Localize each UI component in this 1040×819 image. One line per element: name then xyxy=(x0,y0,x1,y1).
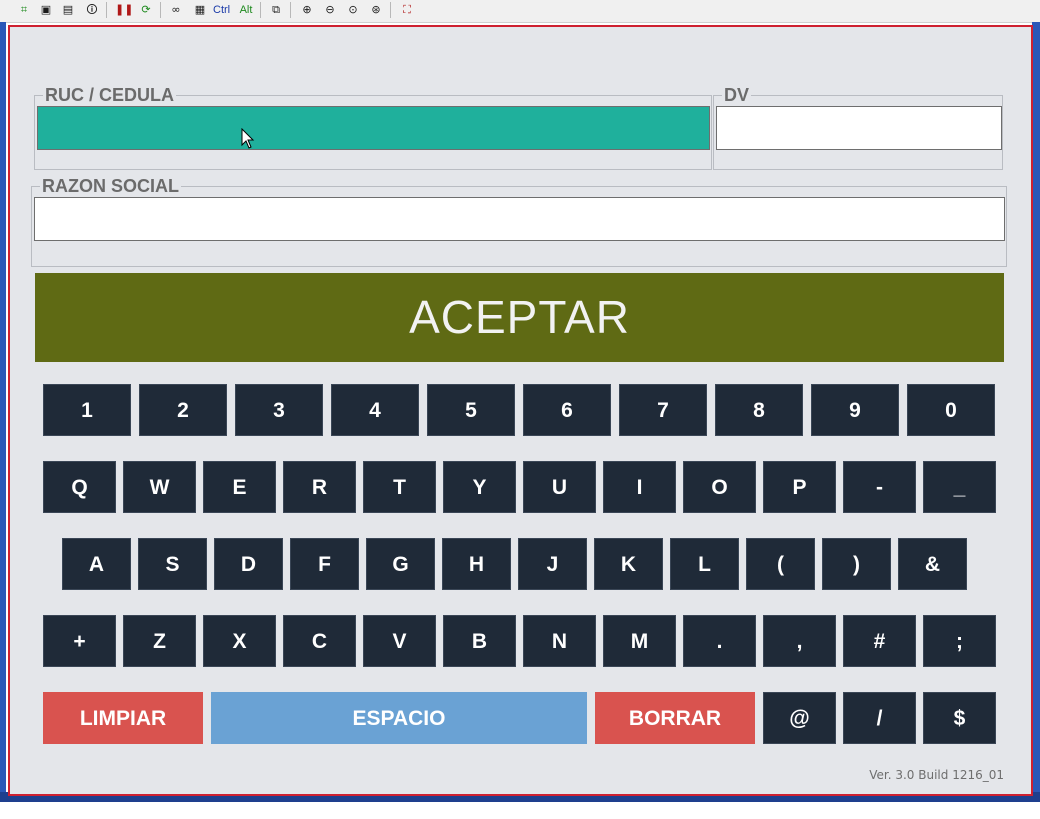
key-row4-4[interactable]: V xyxy=(363,615,436,667)
key-3[interactable]: 3 xyxy=(235,384,323,436)
key-row4-6[interactable]: N xyxy=(523,615,596,667)
clear-button[interactable]: LIMPIAR xyxy=(43,692,203,744)
key-row2-5[interactable]: Y xyxy=(443,461,516,513)
zoom-out-icon[interactable]: ⊖ xyxy=(322,2,338,18)
key-row4-5[interactable]: B xyxy=(443,615,516,667)
key-row4-9[interactable]: , xyxy=(763,615,836,667)
tree-icon[interactable]: ⌗ xyxy=(16,2,32,18)
key-row3-11[interactable]: & xyxy=(898,538,967,590)
fullscreen-icon[interactable]: ⛶ xyxy=(399,2,415,18)
key-row4-8[interactable]: . xyxy=(683,615,756,667)
key-9[interactable]: 9 xyxy=(811,384,899,436)
pause-icon[interactable]: ❚❚ xyxy=(115,2,133,18)
key-row2-4[interactable]: T xyxy=(363,461,436,513)
key-row3-2[interactable]: D xyxy=(214,538,283,590)
key-row3-10[interactable]: ) xyxy=(822,538,891,590)
ruc-input[interactable] xyxy=(37,106,710,150)
key-row4-7[interactable]: M xyxy=(603,615,676,667)
version-label: Ver. 3.0 Build 1216_01 xyxy=(869,768,1004,782)
mouse-cursor-icon xyxy=(241,128,255,149)
toolbar: ⌗ ▣ ▤ 🛈 ❚❚ ⟳ ∞ ▦ Ctrl Alt ⧉ ⊕ ⊖ ⊙ ⊛ ⛶ xyxy=(0,0,1040,23)
key-extra-2[interactable]: $ xyxy=(923,692,996,744)
key-row2-9[interactable]: P xyxy=(763,461,836,513)
key-row4-1[interactable]: Z xyxy=(123,615,196,667)
alt-key[interactable]: Alt xyxy=(238,2,254,18)
key-row2-11[interactable]: _ xyxy=(923,461,996,513)
key-8[interactable]: 8 xyxy=(715,384,803,436)
window-edge xyxy=(0,22,6,802)
space-button[interactable]: ESPACIO xyxy=(211,692,587,744)
ruc-label: RUC / CEDULA xyxy=(43,85,176,105)
accept-button[interactable]: ACEPTAR xyxy=(35,273,1004,362)
key-row2-7[interactable]: I xyxy=(603,461,676,513)
backspace-button[interactable]: BORRAR xyxy=(595,692,755,744)
key-row2-1[interactable]: W xyxy=(123,461,196,513)
key-row3-0[interactable]: A xyxy=(62,538,131,590)
keys-icon[interactable]: ▦ xyxy=(192,2,208,18)
key-row2-3[interactable]: R xyxy=(283,461,356,513)
toolbar-separator xyxy=(160,2,161,18)
key-5[interactable]: 5 xyxy=(427,384,515,436)
dv-input[interactable] xyxy=(716,106,1002,150)
key-row3-6[interactable]: J xyxy=(518,538,587,590)
key-extra-0[interactable]: @ xyxy=(763,692,836,744)
zoom-custom-icon[interactable]: ⊛ xyxy=(368,2,384,18)
key-0[interactable]: 0 xyxy=(907,384,995,436)
link-icon[interactable]: ∞ xyxy=(168,2,184,18)
toolbar-separator xyxy=(106,2,107,18)
key-row2-2[interactable]: E xyxy=(203,461,276,513)
key-row4-10[interactable]: # xyxy=(843,615,916,667)
key-row3-8[interactable]: L xyxy=(670,538,739,590)
key-row3-5[interactable]: H xyxy=(442,538,511,590)
key-row2-0[interactable]: Q xyxy=(43,461,116,513)
key-6[interactable]: 6 xyxy=(523,384,611,436)
refresh-icon[interactable]: ⟳ xyxy=(138,2,154,18)
razon-label: RAZON SOCIAL xyxy=(40,176,181,196)
key-row2-8[interactable]: O xyxy=(683,461,756,513)
key-row3-9[interactable]: ( xyxy=(746,538,815,590)
key-extra-1[interactable]: / xyxy=(843,692,916,744)
ctrl-key[interactable]: Ctrl xyxy=(213,2,230,18)
key-row4-0[interactable]: + xyxy=(43,615,116,667)
toolbar-separator xyxy=(260,2,261,18)
key-row3-4[interactable]: G xyxy=(366,538,435,590)
info-icon[interactable]: 🛈 xyxy=(84,2,100,18)
key-2[interactable]: 2 xyxy=(139,384,227,436)
key-7[interactable]: 7 xyxy=(619,384,707,436)
print-preview-icon[interactable]: ▤ xyxy=(60,2,76,18)
key-4[interactable]: 4 xyxy=(331,384,419,436)
key-row3-3[interactable]: F xyxy=(290,538,359,590)
key-row4-11[interactable]: ; xyxy=(923,615,996,667)
key-row4-3[interactable]: C xyxy=(283,615,356,667)
key-row3-1[interactable]: S xyxy=(138,538,207,590)
key-row2-6[interactable]: U xyxy=(523,461,596,513)
key-1[interactable]: 1 xyxy=(43,384,131,436)
zoom-in-icon[interactable]: ⊕ xyxy=(299,2,315,18)
copy-icon[interactable]: ⧉ xyxy=(268,2,284,18)
zoom-fit-icon[interactable]: ⊙ xyxy=(345,2,361,18)
key-row3-7[interactable]: K xyxy=(594,538,663,590)
dv-label: DV xyxy=(722,85,752,105)
key-row2-10[interactable]: - xyxy=(843,461,916,513)
toolbar-separator xyxy=(290,2,291,18)
key-row4-2[interactable]: X xyxy=(203,615,276,667)
window-edge xyxy=(1032,22,1040,802)
save-icon[interactable]: ▣ xyxy=(38,2,54,18)
razon-input[interactable] xyxy=(34,197,1005,241)
toolbar-separator xyxy=(390,2,391,18)
